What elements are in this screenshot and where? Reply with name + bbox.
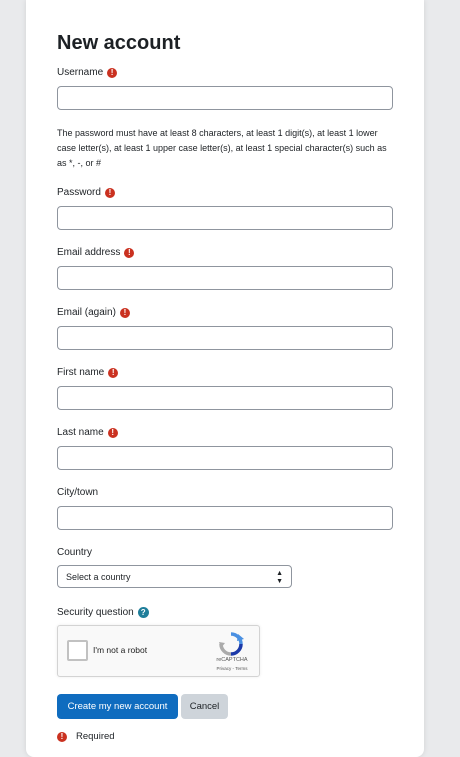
password-input[interactable] bbox=[57, 206, 393, 230]
email-input[interactable] bbox=[57, 266, 393, 290]
last-name-input[interactable] bbox=[57, 446, 393, 470]
recaptcha-logo-icon bbox=[219, 632, 244, 656]
password-label-text: Password bbox=[57, 187, 101, 198]
required-icon: ! bbox=[107, 427, 118, 438]
required-legend: ! Required bbox=[57, 731, 115, 742]
password-hint: The password must have at least 8 charac… bbox=[57, 128, 387, 168]
create-account-button[interactable]: Create my new account bbox=[57, 694, 178, 719]
page-title: New account bbox=[57, 32, 181, 54]
security-question-label-text: Security question bbox=[57, 607, 134, 618]
recaptcha-label: I'm not a robot bbox=[93, 645, 148, 655]
email-label: Email address ! bbox=[57, 247, 135, 258]
recaptcha-links[interactable]: Privacy - Terms bbox=[208, 666, 256, 671]
email-again-input[interactable] bbox=[57, 326, 393, 350]
username-label-text: Username bbox=[57, 67, 104, 78]
required-icon: ! bbox=[107, 67, 118, 78]
first-name-label-text: First name bbox=[57, 367, 105, 378]
email-label-text: Email address bbox=[57, 247, 121, 258]
required-icon: ! bbox=[108, 367, 119, 378]
first-name-input[interactable] bbox=[57, 386, 393, 410]
city-label: City/town bbox=[57, 487, 98, 498]
required-icon: ! bbox=[104, 187, 115, 198]
chevron-updown-icon: ▲ ▼ bbox=[276, 569, 283, 585]
country-select-value: Select a country bbox=[66, 572, 131, 582]
first-name-label: First name ! bbox=[57, 367, 119, 378]
recaptcha-widget: I'm not a robot reCAPTCHA Privacy - Term… bbox=[57, 625, 260, 677]
cancel-button[interactable]: Cancel bbox=[181, 694, 228, 719]
required-icon: ! bbox=[57, 731, 67, 742]
city-label-text: City/town bbox=[57, 487, 99, 498]
signup-card: New account Username ! The password must… bbox=[26, 0, 424, 757]
required-legend-text: Required bbox=[76, 731, 115, 742]
last-name-label-text: Last name bbox=[57, 427, 104, 438]
help-icon[interactable]: ? bbox=[137, 607, 149, 618]
country-label: Country bbox=[57, 547, 92, 558]
username-input[interactable] bbox=[57, 86, 393, 110]
country-select[interactable]: Select a country ▲ ▼ bbox=[57, 565, 292, 588]
country-label-text: Country bbox=[57, 547, 93, 558]
required-icon: ! bbox=[124, 247, 135, 258]
email-again-label-text: Email (again) bbox=[57, 307, 116, 318]
email-again-label: Email (again) ! bbox=[57, 307, 130, 318]
security-question-label: Security question ? bbox=[57, 607, 149, 618]
username-label: Username ! bbox=[57, 67, 118, 78]
city-input[interactable] bbox=[57, 506, 393, 530]
recaptcha-brand: reCAPTCHA bbox=[216, 657, 248, 663]
recaptcha-checkbox[interactable] bbox=[67, 640, 88, 661]
last-name-label: Last name ! bbox=[57, 427, 118, 438]
required-icon: ! bbox=[119, 307, 130, 318]
password-label: Password ! bbox=[57, 187, 115, 198]
